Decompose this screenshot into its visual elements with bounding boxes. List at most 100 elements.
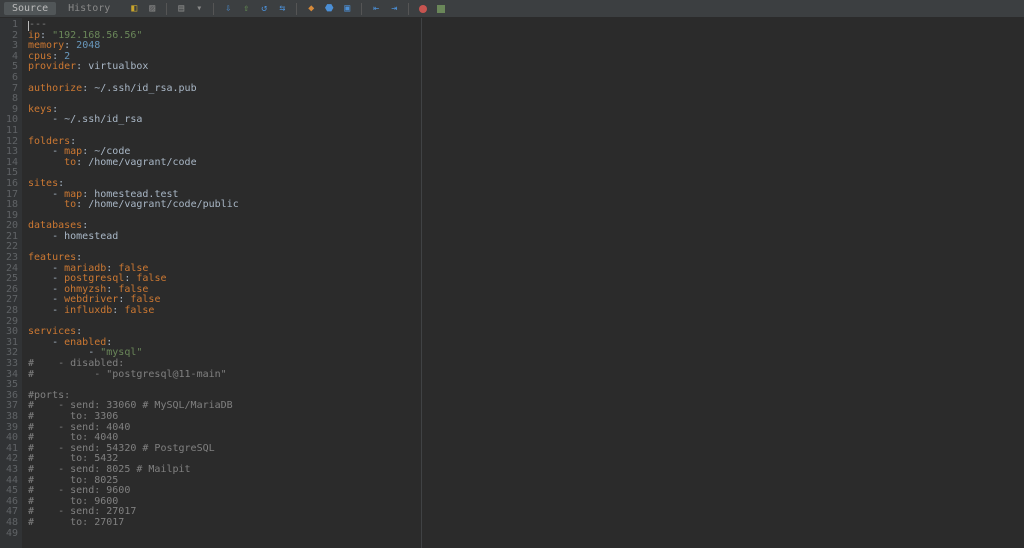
code-token: # to: 9600 [28,496,118,507]
code-token: false [136,273,166,284]
line-number: 48 [0,518,18,529]
code-token: /home/vagrant/code/public [88,199,239,210]
code-token: - [28,347,100,358]
line-number: 33 [0,359,18,370]
code-token: ohmyzsh [64,284,106,295]
code-token: false [124,305,154,316]
tab-source[interactable]: Source [4,2,56,15]
code-token: homestead.test [94,189,178,200]
toolbar-icon-6[interactable]: ↺ [258,3,270,15]
code-token: : [70,136,76,147]
code-token: - [28,273,64,284]
toolbar-separator [296,3,297,15]
code-line[interactable]: - influxdb: false [28,306,421,317]
code-token: : [112,305,124,316]
code-line[interactable]: to: /home/vagrant/code [28,158,421,169]
code-token: # - "postgresql@11-main" [28,369,227,380]
code-line[interactable]: to: /home/vagrant/code/public [28,200,421,211]
toolbar-icon-8[interactable]: ◆ [305,3,317,15]
code-token: # to: 5432 [28,453,118,464]
code-token: ~/code [94,146,130,157]
code-token: : [106,337,112,348]
code-token: : [76,326,82,337]
code-token: features [28,252,76,263]
toolbar-icons: ◧ ▨ ▤ ▾ ⇩ ⇧ ↺ ⇆ ◆ ⬣ ▣ ⇤ ⇥ [128,3,447,15]
tab-history[interactable]: History [60,2,118,15]
code-line[interactable]: provider: virtualbox [28,62,421,73]
code-token: : [40,30,52,41]
toolbar-icon-5[interactable]: ⇧ [240,3,252,15]
toolbar-icon-11[interactable]: ⇤ [370,3,382,15]
code-editor[interactable]: ---ip: "192.168.56.56"memory: 2048cpus: … [22,18,422,548]
code-token: : [124,273,136,284]
code-token: # - send: 4040 [28,422,130,433]
code-line[interactable] [28,242,421,253]
stop-icon[interactable] [417,3,429,15]
toolbar-icon-3[interactable]: ▤ [175,3,187,15]
code-token: : [118,294,130,305]
code-line[interactable] [28,126,421,137]
code-token: cpus [28,51,52,62]
toolbar-icon-1[interactable]: ◧ [128,3,140,15]
code-token: --- [29,19,47,30]
code-token: - [28,146,64,157]
code-token: enabled [64,337,106,348]
code-token: # to: 8025 [28,475,118,486]
code-token: memory [28,40,64,51]
code-token: - [28,294,64,305]
code-token: false [130,294,160,305]
code-token: : [52,51,64,62]
code-line[interactable] [28,380,421,391]
code-token: : [76,157,88,168]
code-token: 2048 [76,40,100,51]
code-line[interactable] [28,168,421,179]
code-line[interactable]: - homestead [28,232,421,243]
code-token: sites [28,178,58,189]
code-line[interactable] [28,317,421,328]
toolbar-icon-2[interactable]: ▨ [146,3,158,15]
code-token: # to: 4040 [28,432,118,443]
line-number: 43 [0,465,18,476]
code-token: : [64,40,76,51]
record-icon[interactable] [435,3,447,15]
line-number: 16 [0,179,18,190]
code-token: - [28,231,64,242]
code-token: homestead [64,231,118,242]
toolbar-icon-4[interactable]: ⇩ [222,3,234,15]
code-token: ~/.ssh/id_rsa.pub [94,83,196,94]
chevron-down-icon[interactable]: ▾ [193,3,205,15]
code-token: webdriver [64,294,118,305]
code-token: authorize [28,83,82,94]
code-token: influxdb [64,305,112,316]
code-token: to [64,199,76,210]
code-token: # - disabled: [28,358,124,369]
code-line[interactable]: - ~/.ssh/id_rsa [28,115,421,126]
code-line[interactable] [28,529,421,540]
code-token: # to: 27017 [28,517,124,528]
line-number: 6 [0,73,18,84]
toolbar-icon-10[interactable]: ▣ [341,3,353,15]
toolbar-separator [213,3,214,15]
right-preview-pane [422,18,1024,548]
code-token: - [28,114,64,125]
code-token: virtualbox [88,61,148,72]
code-line[interactable]: # to: 27017 [28,518,421,529]
toolbar-separator [408,3,409,15]
code-token: - [28,263,64,274]
code-line[interactable]: memory: 2048 [28,41,421,52]
code-token: false [118,263,148,274]
code-token: : [76,61,88,72]
code-line[interactable] [28,94,421,105]
code-token: - [28,305,64,316]
code-token: #ports: [28,390,70,401]
line-number: 11 [0,126,18,137]
toolbar-icon-9[interactable]: ⬣ [323,3,335,15]
toolbar-icon-7[interactable]: ⇆ [276,3,288,15]
toolbar-icon-12[interactable]: ⇥ [388,3,400,15]
code-token: folders [28,136,70,147]
code-token: - [28,284,64,295]
code-token: # - send: 27017 [28,506,136,517]
code-line[interactable]: # - "postgresql@11-main" [28,370,421,381]
code-line[interactable]: authorize: ~/.ssh/id_rsa.pub [28,84,421,95]
line-number-gutter: 1234567891011121314151617181920212223242… [0,18,22,548]
